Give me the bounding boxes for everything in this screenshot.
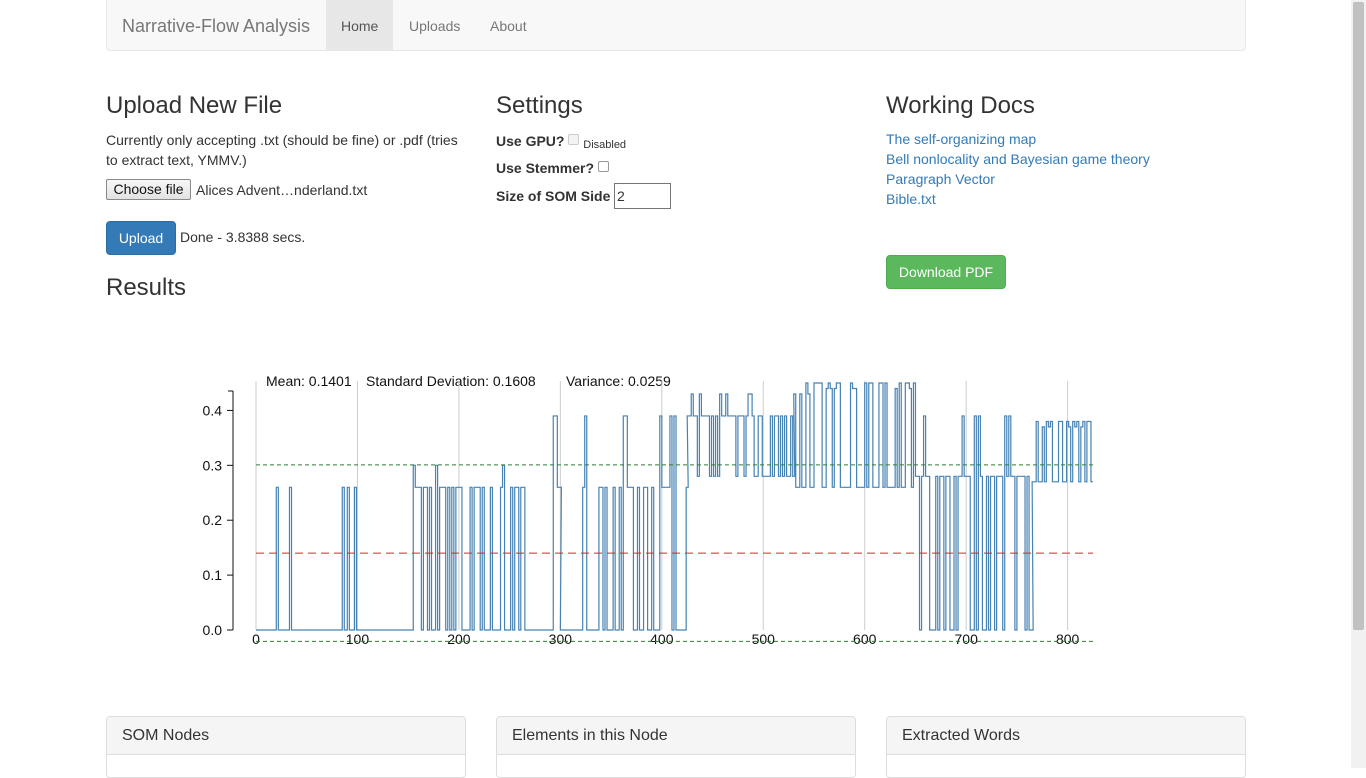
- node-elements-panel: Elements in this Node: [496, 716, 856, 778]
- stemmer-setting: Use Stemmer?: [496, 160, 609, 176]
- y-tick-label: 0.4: [203, 402, 223, 418]
- stat-mean: Mean: 0.1401: [266, 373, 352, 389]
- x-tick-label: 700: [955, 631, 979, 647]
- gpu-disabled-note: Disabled: [583, 139, 627, 151]
- node-elements-heading: Elements in this Node: [497, 717, 855, 755]
- chart-plot: [256, 382, 1093, 642]
- x-tick-label: 600: [853, 631, 877, 647]
- doc-link-paragraph-vector[interactable]: Paragraph Vector: [886, 171, 995, 187]
- nav-about[interactable]: About: [475, 0, 542, 51]
- y-tick-label: 0.0: [203, 622, 223, 638]
- doc-link-bell-nonlocality[interactable]: Bell nonlocality and Bayesian game theor…: [886, 151, 1150, 167]
- gpu-checkbox[interactable]: [568, 134, 580, 145]
- stemmer-checkbox[interactable]: [597, 161, 609, 172]
- upload-title: Upload New File: [106, 92, 283, 119]
- doc-link-bible[interactable]: Bible.txt: [886, 191, 936, 207]
- x-tick-label: 800: [1056, 631, 1080, 647]
- extracted-words-panel: Extracted Words: [886, 716, 1246, 778]
- selected-filename: Alices Advent…nderland.txt: [196, 182, 368, 198]
- upload-button[interactable]: Upload: [106, 221, 176, 255]
- y-tick-label: 0.3: [203, 457, 223, 473]
- chart-axes: 0 100 200 300 400 500 600 700 800 0.0 0.1 0.2 0.3 0.4: [203, 390, 1080, 647]
- upload-description: Currently only accepting .txt (should be…: [106, 132, 458, 168]
- som-nodes-panel: SOM Nodes: [106, 716, 466, 778]
- narrative-flow-chart: Mean: 0.1401 Standard Deviation: 0.1608 …: [203, 373, 1093, 647]
- download-pdf-button[interactable]: Download PDF: [886, 255, 1006, 289]
- x-tick-label: 100: [346, 631, 370, 647]
- y-tick-label: 0.1: [203, 567, 223, 583]
- stat-std: Standard Deviation: 0.1608: [366, 373, 536, 389]
- gpu-label: Use GPU?: [496, 133, 565, 149]
- x-tick-label: 300: [549, 631, 573, 647]
- som-size-input[interactable]: [614, 183, 671, 209]
- nav-home[interactable]: Home: [326, 0, 394, 51]
- stemmer-label: Use Stemmer?: [496, 160, 595, 176]
- results-title: Results: [106, 274, 187, 301]
- som-size-label: Size of SOM Side: [496, 188, 611, 204]
- doc-link-som[interactable]: The self-organizing map: [886, 131, 1036, 147]
- upload-status: Done - 3.8388 secs.: [180, 229, 306, 245]
- top-navbar: Narrative-Flow Analysis Home Uploads Abo…: [106, 0, 1246, 51]
- scrollbar-thumb[interactable]: [1353, 2, 1364, 630]
- nav-uploads[interactable]: Uploads: [394, 0, 475, 51]
- working-docs-title: Working Docs: [886, 92, 1035, 119]
- choose-file-button[interactable]: Choose file: [106, 179, 191, 200]
- settings-title: Settings: [496, 92, 583, 119]
- y-tick-label: 0.2: [203, 512, 223, 528]
- x-tick-label: 0: [252, 631, 260, 647]
- extracted-words-heading: Extracted Words: [887, 717, 1245, 755]
- page-scrollbar[interactable]: [1351, 0, 1366, 768]
- x-tick-label: 500: [752, 631, 776, 647]
- som-nodes-heading: SOM Nodes: [107, 717, 465, 755]
- stat-variance: Variance: 0.0259: [566, 373, 671, 389]
- x-tick-label: 400: [650, 631, 674, 647]
- x-tick-label: 200: [447, 631, 471, 647]
- series-line: [256, 382, 1093, 631]
- brand-title[interactable]: Narrative-Flow Analysis: [122, 0, 310, 52]
- gpu-setting: Use GPU? Disabled: [496, 133, 627, 151]
